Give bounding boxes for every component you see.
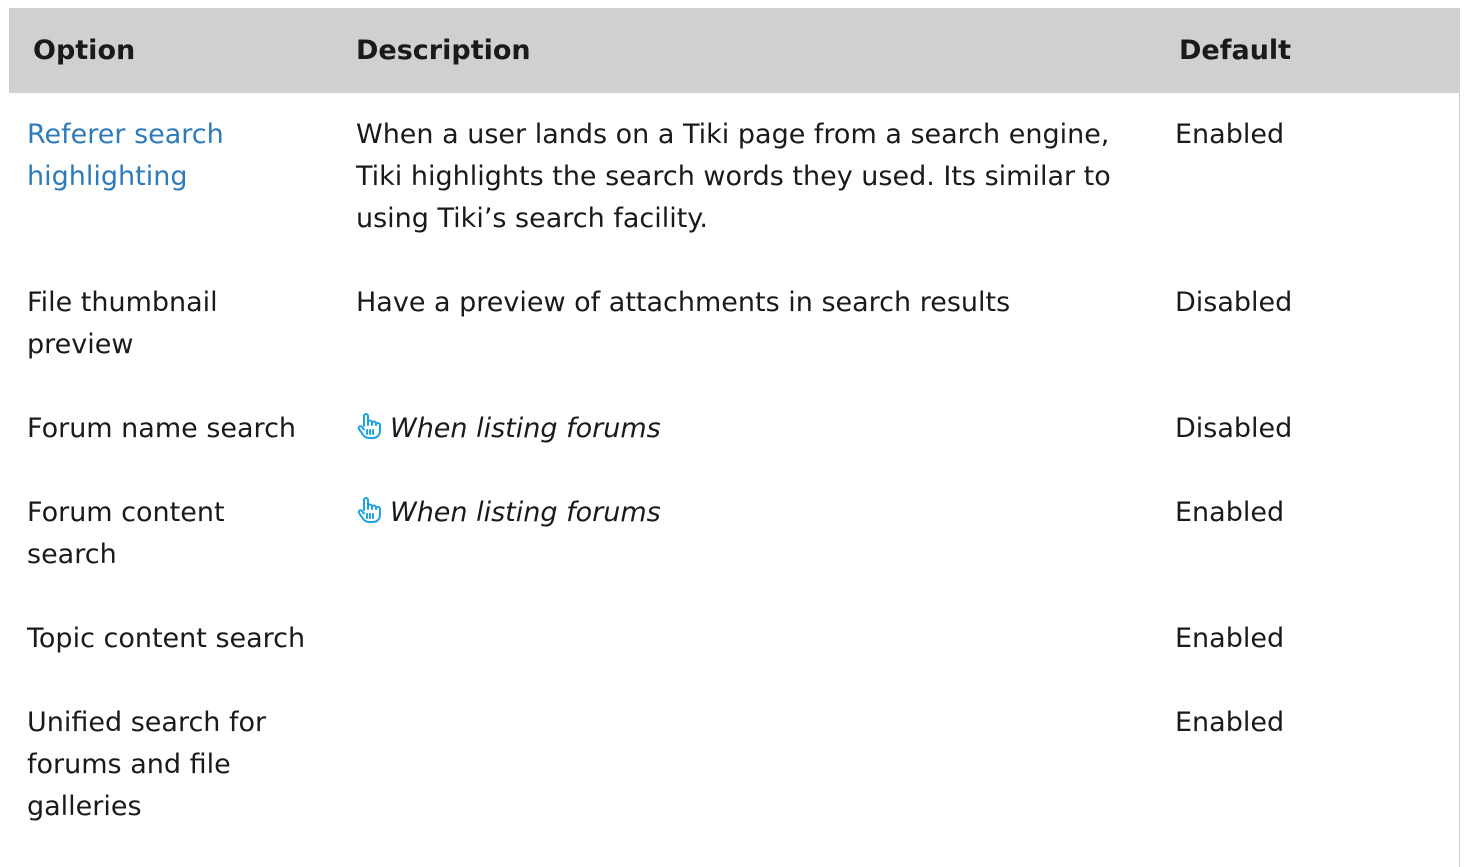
table-row: Unified search for forums and file galle… xyxy=(9,689,1460,857)
description-cell: When listing forums xyxy=(320,395,1123,479)
header-option: Option xyxy=(33,34,136,66)
option-cell: Forum content search xyxy=(27,497,225,570)
option-cell: Unified search for forums and file galle… xyxy=(27,707,267,822)
forum-content-search-note: When listing forums xyxy=(390,497,661,528)
description-cell: When a user lands on a Tiki page from a … xyxy=(356,119,1111,234)
table-row: Referer search highlighting When a user … xyxy=(9,93,1460,269)
table-row: Forum content search When listing forums… xyxy=(9,479,1460,605)
table-right-border xyxy=(1459,93,1460,867)
default-cell: Enabled xyxy=(1175,497,1285,528)
header-description: Description xyxy=(356,34,531,66)
description-cell xyxy=(320,605,1123,689)
table-row: Forum name search When listing forums Di… xyxy=(9,395,1460,479)
table-row: Topic content search Enabled xyxy=(9,605,1460,689)
default-cell: Enabled xyxy=(1175,119,1285,150)
table-row: File thumbnail preview Have a preview of… xyxy=(9,269,1460,395)
options-table: Option Description Default Referer searc… xyxy=(9,8,1460,857)
header-default: Default xyxy=(1179,34,1292,66)
table-header-row: Option Description Default xyxy=(9,8,1460,93)
option-cell: File thumbnail preview xyxy=(27,287,218,360)
option-cell: Forum name search xyxy=(27,413,297,444)
option-cell: Referer search highlighting xyxy=(9,93,320,269)
referer-search-highlighting-link[interactable]: Referer search highlighting xyxy=(27,119,224,192)
default-cell: Disabled xyxy=(1175,413,1293,444)
default-cell: Enabled xyxy=(1175,707,1285,738)
forum-name-search-note: When listing forums xyxy=(390,413,661,444)
pointing-hand-icon xyxy=(357,497,381,523)
top-strip xyxy=(0,0,1469,8)
description-cell: When listing forums xyxy=(320,479,1123,605)
default-cell: Disabled xyxy=(1175,287,1293,318)
description-cell xyxy=(320,689,1123,857)
default-cell: Enabled xyxy=(1175,623,1285,654)
pointing-hand-icon xyxy=(357,413,381,439)
option-cell: Topic content search xyxy=(27,623,306,654)
description-cell: Have a preview of attachments in search … xyxy=(356,287,1011,318)
